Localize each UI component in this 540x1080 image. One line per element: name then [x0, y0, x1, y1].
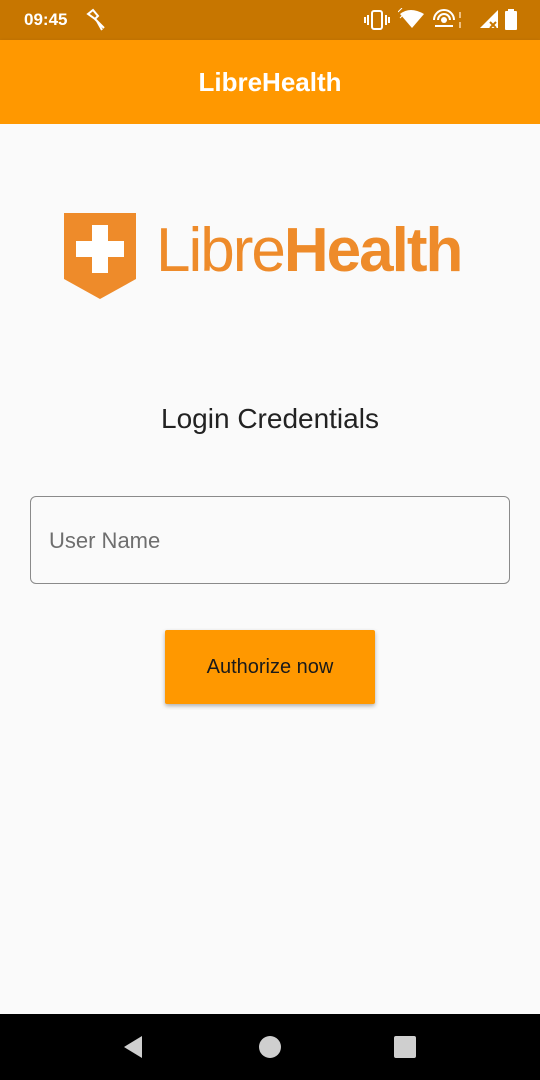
signal-icon: [478, 8, 500, 37]
vibrate-icon: [364, 8, 390, 37]
cleaning-icon: [84, 8, 108, 37]
username-placeholder: User Name: [49, 528, 161, 553]
login-screen: LibreHealth Login Credentials User Name …: [0, 124, 540, 1014]
status-time: 09:45: [24, 10, 68, 29]
authorize-button[interactable]: Authorize now: [165, 630, 375, 704]
status-bar: 09:45: [0, 0, 540, 40]
librehealth-logo: LibreHealth: [64, 213, 484, 301]
navigation-bar: [0, 1014, 540, 1080]
logo-text-light: Libre: [156, 216, 286, 285]
app-title: LibreHealth: [198, 66, 342, 97]
login-heading: Login Credentials: [161, 403, 379, 434]
username-field[interactable]: User Name: [30, 496, 510, 584]
app-bar: LibreHealth: [0, 40, 540, 124]
home-icon[interactable]: [257, 1034, 283, 1060]
hotspot-icon: [432, 8, 464, 37]
authorize-button-label: Authorize now: [206, 655, 334, 678]
battery-icon: [504, 8, 518, 37]
wifi-icon: [397, 7, 432, 37]
shield-cross-icon: [64, 213, 136, 299]
back-icon[interactable]: [120, 1034, 146, 1060]
logo-wordmark: LibreHealth: [156, 215, 463, 287]
logo-text-bold: Health: [283, 216, 463, 285]
recents-icon[interactable]: [392, 1034, 418, 1060]
